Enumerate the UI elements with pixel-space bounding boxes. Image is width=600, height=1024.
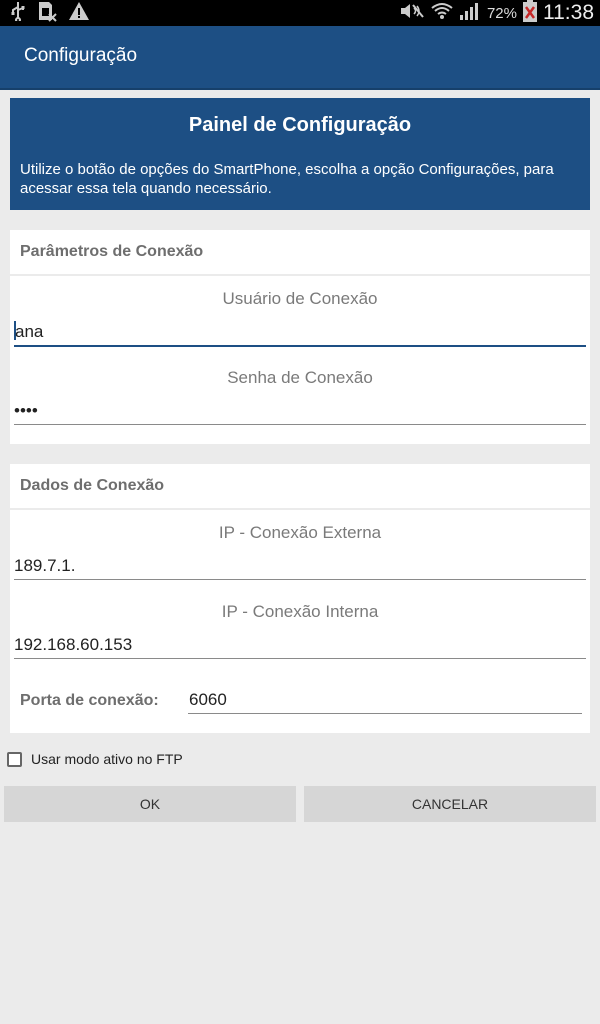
warning-icon: [68, 1, 90, 26]
battery-icon: [523, 0, 537, 27]
config-panel-header: Painel de Configuração Utilize o botão d…: [10, 98, 590, 210]
sim-card-x-icon: [36, 0, 58, 27]
ftp-active-mode-label: Usar modo ativo no FTP: [31, 751, 183, 767]
page-description: Utilize o botão de opções do SmartPhone,…: [20, 161, 554, 197]
signal-icon: [459, 1, 481, 26]
connection-data-card: Dados de Conexão IP - Conexão Externa 18…: [10, 464, 590, 733]
ftp-active-mode-checkbox[interactable]: [7, 751, 22, 767]
password-input[interactable]: ••••: [14, 398, 586, 425]
user-label: Usuário de Conexão: [222, 289, 378, 308]
internal-ip-label: IP - Conexão Interna: [221, 602, 379, 621]
app-bar: Configuração: [0, 26, 600, 90]
port-label: Porta de conexão:: [20, 692, 159, 709]
port-input[interactable]: 6060: [188, 687, 582, 714]
ok-button[interactable]: OK: [4, 786, 296, 822]
battery-percentage: 72%: [486, 4, 517, 22]
connection-params-card: Parâmetros de Conexão Usuário de Conexão…: [10, 230, 590, 444]
cancel-button[interactable]: CANCELAR: [304, 786, 596, 822]
clock: 11:38: [543, 1, 594, 24]
internal-ip-input[interactable]: 192.168.60.153: [14, 632, 586, 659]
wifi-icon: [431, 1, 453, 26]
external-ip-label: IP - Conexão Externa: [218, 523, 382, 542]
external-ip-input[interactable]: 189.7.1.: [14, 553, 586, 580]
status-bar: 72% 11:38: [0, 0, 600, 26]
user-input[interactable]: ana: [14, 319, 586, 347]
usb-icon: [10, 1, 26, 26]
ftp-active-mode-row[interactable]: Usar modo ativo no FTP: [7, 749, 183, 769]
password-label: Senha de Conexão: [227, 368, 373, 387]
page-title: Painel de Configuração: [188, 114, 412, 136]
app-bar-title: Configuração: [24, 45, 138, 66]
connection-params-title: Parâmetros de Conexão: [10, 230, 590, 276]
user-value: ana: [15, 322, 44, 341]
mute-icon: [399, 1, 425, 26]
connection-data-title: Dados de Conexão: [10, 464, 590, 510]
